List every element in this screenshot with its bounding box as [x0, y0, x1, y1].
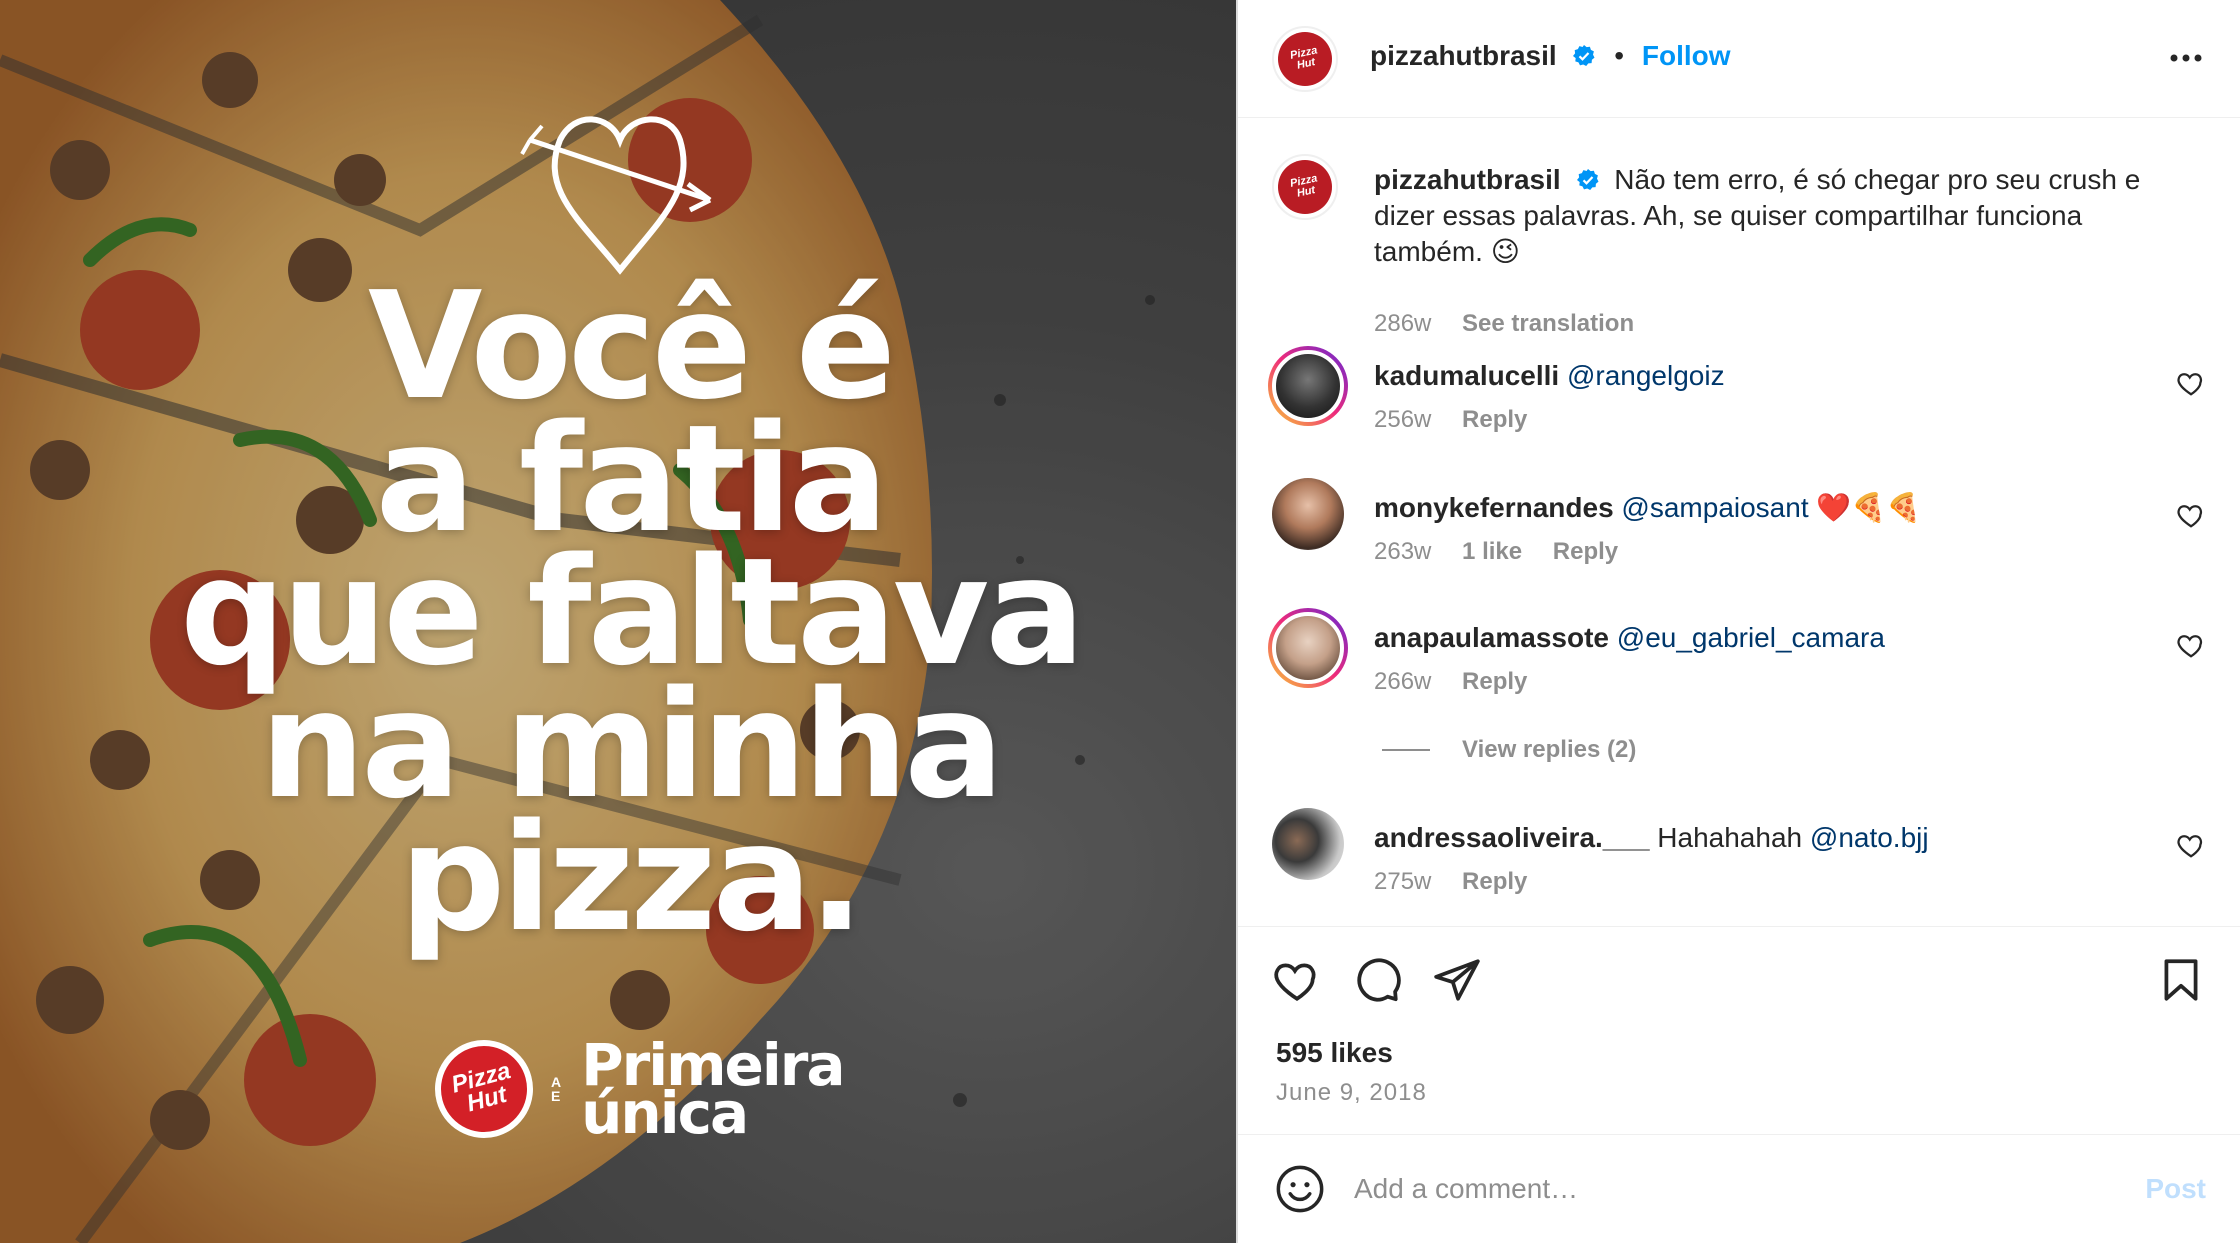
heart-arrow-logo	[520, 116, 712, 275]
see-translation-link[interactable]: See translation	[1462, 310, 1634, 337]
comments-list: Pizza Hut pizzahutbrasil Não tem erro, é …	[1238, 118, 2240, 926]
comment-input[interactable]	[1354, 1165, 2054, 1213]
comment-composer: Post	[1238, 1134, 2240, 1243]
brand-footer: Pizza Hut A E Primeira única	[423, 1028, 846, 1150]
timestamp[interactable]: 263w	[1374, 538, 1431, 565]
post-button[interactable]: Post	[2145, 1173, 2206, 1205]
comment-meta: 256w Reply	[1374, 406, 1527, 434]
reply-button[interactable]: Reply	[1462, 668, 1527, 695]
verified-badge-icon	[1577, 169, 1599, 190]
like-count[interactable]: 595 likes	[1276, 1037, 1393, 1069]
comment-text: anapaulamassote @eu_gabriel_camara	[1374, 620, 2180, 656]
view-replies-button[interactable]: View replies (2)	[1382, 736, 1636, 764]
username-link[interactable]: pizzahutbrasil	[1370, 40, 1557, 71]
follow-button[interactable]: Follow	[1642, 40, 1731, 71]
comment-text: kadumalucelli @rangelgoiz	[1374, 358, 2180, 394]
reply-button[interactable]: Reply	[1553, 538, 1618, 565]
comment-text: andressaoliveira.___ Hahahahah @nato.bjj	[1374, 822, 1929, 853]
mention-link[interactable]: @sampaiosant	[1621, 492, 1808, 523]
post-headline: Você é a fatia que faltava na minha pizz…	[180, 272, 1085, 964]
post-date[interactable]: June 9, 2018	[1276, 1079, 1427, 1107]
post-image[interactable]: Você é a fatia que faltava na minha pizz…	[0, 0, 1236, 1243]
tagline: Primeira única	[581, 1031, 845, 1147]
avatar[interactable]	[1272, 478, 1344, 550]
tagline-prefix: A E	[551, 1074, 564, 1104]
reply-button[interactable]: Reply	[1462, 406, 1527, 433]
like-comment-icon[interactable]	[2176, 830, 2206, 860]
avatar[interactable]: Pizza Hut	[1272, 26, 1338, 92]
post-sidebar: Pizza Hut pizzahutbrasil • Follow Pizza Hu…	[1236, 0, 2240, 1243]
mention-link[interactable]: @rangelgoiz	[1567, 360, 1725, 391]
emoji-text: ❤️🍕🍕	[1816, 492, 1921, 523]
reply-button[interactable]: Reply	[1462, 868, 1527, 895]
share-paper-plane-icon[interactable]	[1432, 955, 1482, 1005]
headline-line: pizza.	[399, 792, 864, 964]
timestamp[interactable]: 256w	[1374, 406, 1431, 433]
post-header: Pizza Hut pizzahutbrasil • Follow	[1238, 0, 2240, 118]
timestamp[interactable]: 275w	[1374, 868, 1431, 895]
comment-meta: 263w 1 like Reply	[1374, 538, 1618, 566]
header-user: pizzahutbrasil • Follow	[1370, 40, 1731, 71]
comment-meta: 275w Reply	[1374, 868, 1527, 896]
username-link[interactable]: monykefernandes	[1374, 492, 1614, 523]
avatar[interactable]	[1268, 608, 1348, 688]
like-comment-icon[interactable]	[2176, 500, 2206, 530]
comment-bubble-icon[interactable]	[1352, 955, 1402, 1005]
timestamp[interactable]: 266w	[1374, 668, 1431, 695]
save-bookmark-icon[interactable]	[2156, 955, 2206, 1005]
username-link[interactable]: pizzahutbrasil	[1374, 164, 1561, 195]
comment-text: monykefernandes @sampaiosant ❤️🍕🍕	[1374, 490, 2180, 526]
like-heart-icon[interactable]	[1272, 955, 1322, 1005]
avatar[interactable]: Pizza Hut	[1272, 154, 1338, 220]
username-link[interactable]: kadumalucelli	[1374, 360, 1559, 391]
pizza-hut-logo: Pizza Hut	[423, 1028, 545, 1150]
like-comment-icon[interactable]	[2176, 368, 2206, 398]
post-actions: 595 likes June 9, 2018	[1238, 926, 2240, 1138]
like-comment-icon[interactable]	[2176, 630, 2206, 660]
username-link[interactable]: anapaulamassote	[1374, 622, 1609, 653]
caption-text: pizzahutbrasil Não tem erro, é só chegar…	[1374, 164, 2141, 267]
comment-likes[interactable]: 1 like	[1462, 538, 1522, 565]
mention-link[interactable]: @eu_gabriel_camara	[1617, 622, 1885, 653]
caption-meta: 286w See translation	[1374, 310, 1634, 338]
comment-meta: 266w Reply	[1374, 668, 1527, 696]
username-link[interactable]: andressaoliveira.___	[1374, 822, 1650, 853]
verified-badge-icon	[1573, 45, 1595, 66]
more-options-icon[interactable]	[2166, 38, 2206, 78]
avatar[interactable]	[1272, 808, 1344, 880]
replies-divider	[1382, 749, 1430, 751]
timestamp[interactable]: 286w	[1374, 310, 1431, 337]
avatar[interactable]	[1268, 346, 1348, 426]
mention-link[interactable]: @nato.bjj	[1810, 822, 1929, 853]
emoji-icon[interactable]	[1274, 1163, 1326, 1215]
